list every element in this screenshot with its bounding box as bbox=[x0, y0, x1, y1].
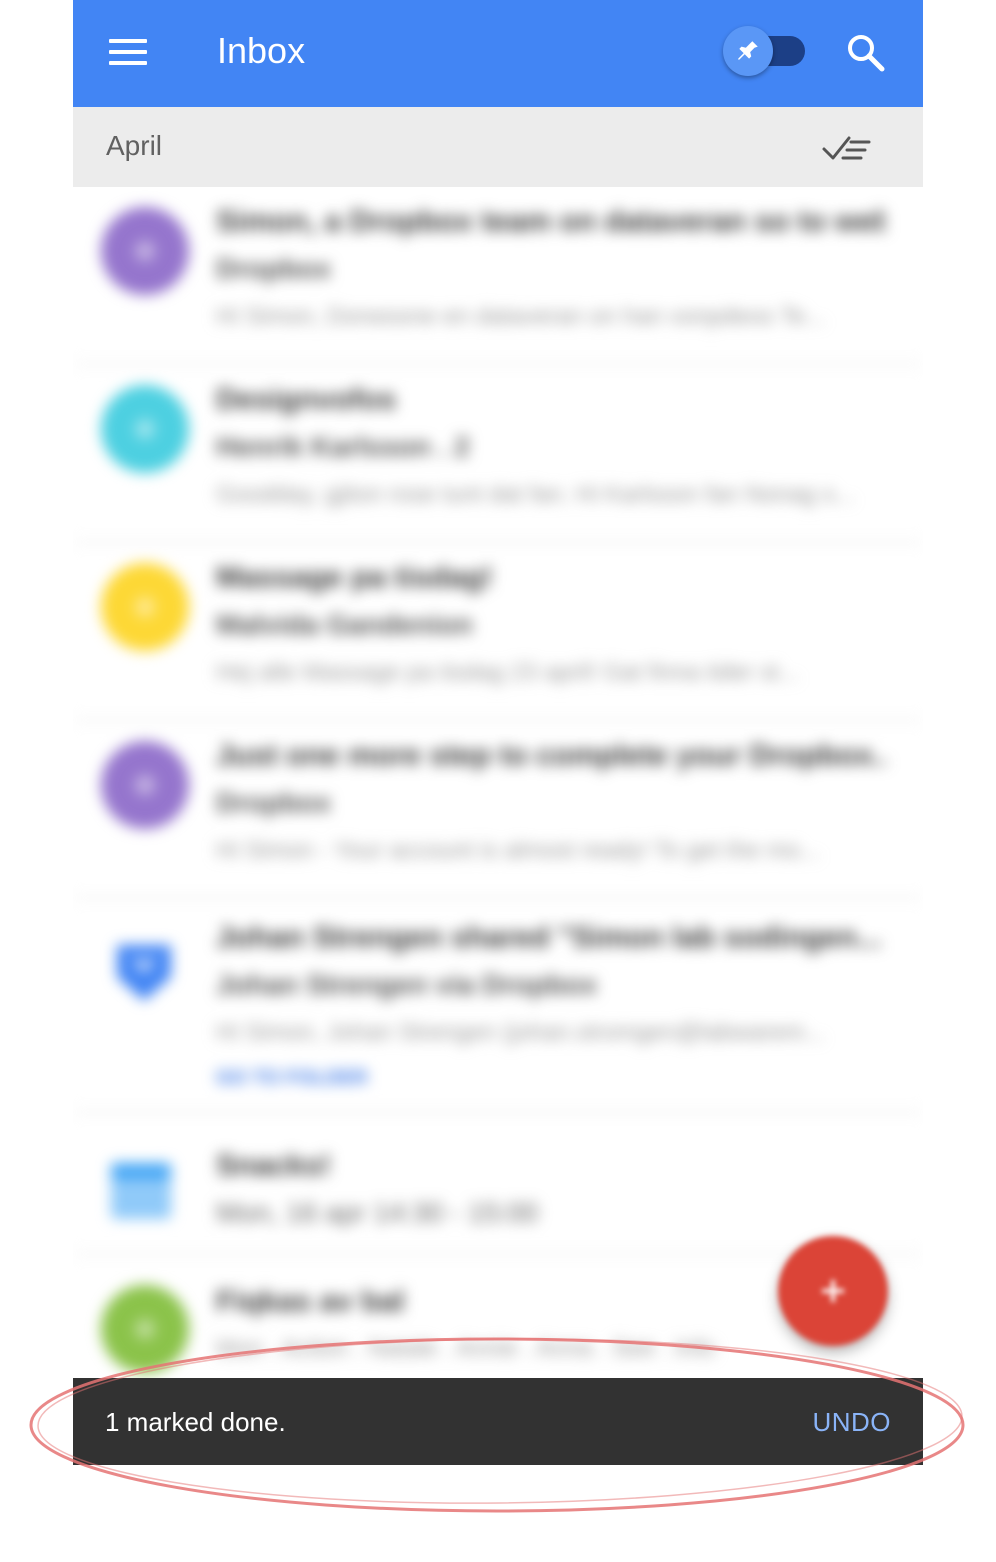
item-snippet: Hi Simon, Dorwoone en dataveran on han v… bbox=[216, 303, 826, 330]
item-sender: Henrik Karlsson . 2 bbox=[216, 431, 470, 462]
item-snippet: Hej alle Massage pa tisdag 23 april! Gat… bbox=[216, 659, 799, 686]
list-item[interactable]: Just one more step to complete your Drop… bbox=[73, 721, 923, 899]
email-list: Simon, a Dropbox team on dataveran so to… bbox=[73, 187, 923, 1395]
compose-fab[interactable] bbox=[778, 1236, 888, 1346]
avatar bbox=[101, 1285, 189, 1373]
menu-icon[interactable] bbox=[109, 39, 147, 65]
dropbox-icon bbox=[113, 939, 175, 1005]
list-item[interactable]: Designvofos Henrik Karlsson . 2 Goodday,… bbox=[73, 365, 923, 543]
snackbar-message: 1 marked done. bbox=[105, 1407, 286, 1437]
item-snippet: Hi Simon, Johan Strengen (johan.stromgen… bbox=[216, 1019, 825, 1046]
snackbar: 1 marked done. UNDO bbox=[73, 1378, 923, 1465]
item-title: Johan Strengen shared "Simon lab sodinge… bbox=[216, 921, 882, 954]
list-item[interactable]: Massage pa tisdag! Malvida Gandenion Hej… bbox=[73, 543, 923, 721]
avatar bbox=[101, 207, 189, 295]
inbox-app: Inbox April Simon, a Dropbox team on dat… bbox=[73, 0, 923, 1465]
list-item[interactable]: Snacks! Mon, 16 apr 14:30 - 15:00 bbox=[73, 1113, 923, 1255]
item-sender: Dropbox bbox=[216, 253, 332, 284]
avatar bbox=[101, 563, 189, 651]
pin-icon bbox=[723, 26, 773, 76]
item-title: Designvofos bbox=[216, 383, 397, 416]
avatar bbox=[101, 741, 189, 829]
item-title: Just one more step to complete your Drop… bbox=[216, 739, 886, 772]
app-bar: Inbox bbox=[73, 0, 923, 107]
sweep-done-icon[interactable] bbox=[821, 129, 873, 167]
item-snippet: Goodday, gjiton rose tunt dat fan. Hi Ka… bbox=[216, 481, 855, 508]
calendar-icon bbox=[109, 1159, 173, 1223]
plus-icon bbox=[822, 1280, 844, 1302]
item-title: Simon, a Dropbox team on dataveran so to… bbox=[216, 205, 886, 238]
avatar bbox=[101, 385, 189, 473]
list-item[interactable]: Johan Strengen shared "Simon lab sodinge… bbox=[73, 899, 923, 1113]
go-to-folder-link[interactable]: GO TO FOLDER bbox=[216, 1067, 886, 1090]
section-label: April bbox=[106, 130, 163, 161]
item-sender: Dropbox bbox=[216, 787, 332, 818]
pinned-toggle[interactable] bbox=[723, 24, 805, 80]
item-snippet: Hi Simon - Your account is almost ready!… bbox=[216, 837, 820, 864]
page-title: Inbox bbox=[217, 30, 306, 71]
section-header: April bbox=[73, 107, 923, 187]
list-item[interactable]: Simon, a Dropbox team on dataveran so to… bbox=[73, 187, 923, 365]
item-sender: Johan Strengen via Dropbox bbox=[216, 969, 598, 1000]
item-title: Snacks! bbox=[216, 1149, 332, 1182]
item-sender: Malvida Gandenion bbox=[216, 609, 473, 640]
search-icon[interactable] bbox=[845, 32, 887, 74]
undo-button[interactable]: UNDO bbox=[812, 1405, 891, 1439]
item-snippet: Mon . Action . Natale . Annie . Anna . S… bbox=[216, 1335, 715, 1362]
item-time: Mon, 16 apr 14:30 - 15:00 bbox=[216, 1197, 539, 1228]
item-title: Massage pa tisdag! bbox=[216, 561, 493, 594]
